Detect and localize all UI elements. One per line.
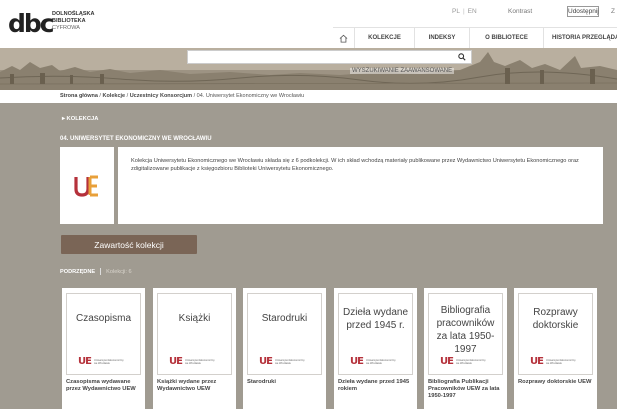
main-nav: KOLEKCJE INDEKSY O BIBLIOTECE HISTORIA P… xyxy=(333,27,617,48)
ue-mini-mark: UE xyxy=(440,356,454,367)
ue-mini-mark: UE xyxy=(78,356,92,367)
collection-card[interactable]: Rozprawy doktorskie UE Uniwersytet Ekono… xyxy=(514,288,597,409)
tab-subordinate[interactable]: PODRZĘDNE xyxy=(60,269,95,275)
breadcrumb-collections[interactable]: Kolekcje xyxy=(102,93,125,99)
collection-toggle-label: KOLEKCJA xyxy=(66,116,99,122)
site-header: dbc DOLNOŚLĄSKA BIBLIOTEKA CYFROWA PL | … xyxy=(0,0,617,48)
logo-mark: dbc xyxy=(8,9,55,38)
collection-card[interactable]: Dzieła wydane przed 1945 r. UE Uniwersyt… xyxy=(334,288,417,409)
collection-card[interactable]: Książki UE Uniwersytet Ekonomiczny we Wro… xyxy=(153,288,236,409)
logo-text: DOLNOŚLĄSKA BIBLIOTEKA CYFROWA xyxy=(52,11,94,32)
search-input[interactable] xyxy=(187,50,472,64)
collection-title: 04. UNIWERSYTET EKONOMICZNY WE WROCŁAWIU xyxy=(60,136,212,142)
card-caption: Czasopisma wydawane przez Wydawnictwo UE… xyxy=(66,379,136,392)
lang-pl-link[interactable]: PL xyxy=(452,8,460,15)
logo-line-3: CYFROWA xyxy=(52,25,80,31)
ue-mini-text: Uniwersytet Ekonomiczny we Wrocławiu xyxy=(455,358,486,365)
ue-mini-mark: UE xyxy=(530,356,544,367)
ue-mini-mark: UE xyxy=(169,356,183,367)
card-caption: Rozprawy doktorskie UEW xyxy=(518,379,592,385)
collection-contents-button[interactable]: Zawartość kolekcji xyxy=(61,235,197,254)
ue-mini-text: Uniwersytet Ekonomiczny we Wrocławiu xyxy=(184,358,215,365)
card-caption: Bibliografia Publikacji Pracowników UEW … xyxy=(428,379,500,399)
card-title: Rozprawy doktorskie xyxy=(532,307,579,331)
ue-mini-logo: UE Uniwersytet Ekonomiczny we Wrocławiu xyxy=(78,356,124,367)
card-title: Dzieła wydane przed 1945 r. xyxy=(342,307,409,331)
language-switcher: PL | EN xyxy=(452,8,477,15)
collection-card[interactable]: Bibliografia pracowników za lata 1950-19… xyxy=(424,288,507,409)
logo-line-2: BIBLIOTEKA xyxy=(52,18,86,24)
nav-item-kolekcje[interactable]: KOLEKCJE xyxy=(355,28,415,48)
ue-logo-icon xyxy=(74,175,98,197)
collection-description: Kolekcja Uniwersytetu Ekonomicznego we W… xyxy=(131,158,579,172)
card-title: Bibliografia pracowników za lata 1950-19… xyxy=(436,305,495,355)
breadcrumb-consortium[interactable]: Uczestnicy Konsorcjum xyxy=(130,93,192,99)
collection-info-panel: Kolekcja Uniwersytetu Ekonomicznego we W… xyxy=(60,147,603,224)
lang-separator: | xyxy=(462,8,465,15)
breadcrumb: Strona główna / Kolekcje / Uczestnicy Ko… xyxy=(60,93,304,99)
ue-mini-logo: UE Uniwersytet Ekonomiczny we Wrocławiu xyxy=(440,356,486,367)
logo-line-1: DOLNOŚLĄSKA xyxy=(52,11,95,17)
ue-mini-logo: UE Uniwersytet Ekonomiczny we Wrocławiu xyxy=(169,356,215,367)
ue-mini-text: Uniwersytet Ekonomiczny we Wrocławiu xyxy=(274,358,305,365)
share-button[interactable]: Udostępnij xyxy=(567,6,599,17)
ue-mini-mark: UE xyxy=(350,356,364,367)
advanced-search-link[interactable]: WYSZUKIWANIE ZAAWANSOWANE xyxy=(350,68,455,74)
subcollections-tabs: PODRZĘDNE Kolekcji: 6 xyxy=(60,268,132,275)
card-caption: Książki wydane przez Wydawnictwo UEW xyxy=(157,379,217,392)
nav-item-historia[interactable]: HISTORIA PRZEGLĄDANIA xyxy=(544,28,617,48)
tab-divider xyxy=(100,268,102,275)
card-caption: Dzieła wydane przed 1945 rokiem xyxy=(338,379,410,392)
home-icon xyxy=(339,34,348,43)
card-title: Starodruki xyxy=(261,313,308,324)
breadcrumb-current: 04. Uniwersytet Ekonomiczny we Wrocławiu xyxy=(196,93,305,99)
collection-card[interactable]: Starodruki UE Uniwersytet Ekonomiczny we … xyxy=(243,288,326,409)
collection-toggle[interactable]: ▸ KOLEKCJA xyxy=(62,116,98,122)
collection-card[interactable]: Czasopisma UE Uniwersytet Ekonomiczny we … xyxy=(62,288,145,409)
card-title: Czasopisma xyxy=(75,313,132,324)
ue-logo xyxy=(60,147,118,224)
card-title: Książki xyxy=(178,313,211,324)
ue-mini-text: Uniwersytet Ekonomiczny we Wrocławiu xyxy=(93,358,124,365)
ue-mini-mark: UE xyxy=(259,356,273,367)
search-icon xyxy=(457,53,466,61)
font-size-link[interactable]: Z xyxy=(611,8,615,15)
card-caption: Starodruki xyxy=(247,379,276,385)
dbc-logo[interactable]: dbc DOLNOŚLĄSKA BIBLIOTEKA CYFROWA xyxy=(8,10,178,38)
ue-mini-logo: UE Uniwersytet Ekonomiczny we Wrocławiu xyxy=(350,356,396,367)
nav-item-o-bibliotece[interactable]: O BIBLIOTECE xyxy=(470,28,544,48)
nav-item-indeksy[interactable]: INDEKSY xyxy=(415,28,470,48)
search-button[interactable] xyxy=(453,51,470,63)
lang-en-link[interactable]: EN xyxy=(468,8,477,15)
ue-mini-text: Uniwersytet Ekonomiczny we Wrocławiu xyxy=(545,358,576,365)
contrast-link[interactable]: Kontrast xyxy=(508,8,532,15)
ue-mini-logo: UE Uniwersytet Ekonomiczny we Wrocławiu xyxy=(259,356,305,367)
nav-home[interactable] xyxy=(333,28,355,48)
ue-mini-text: Uniwersytet Ekonomiczny we Wrocławiu xyxy=(365,358,396,365)
tab-collection-count[interactable]: Kolekcji: 6 xyxy=(106,269,132,275)
breadcrumb-home[interactable]: Strona główna xyxy=(60,93,98,99)
ue-mini-logo: UE Uniwersytet Ekonomiczny we Wrocławiu xyxy=(530,356,576,367)
